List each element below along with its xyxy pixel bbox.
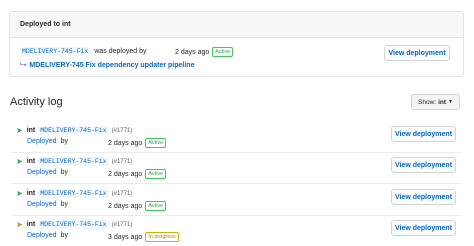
panel-body: MDELIVERY-745-Fix was deployed by 2 days… [10, 38, 463, 77]
entry-deployed-link[interactable]: Deployed [27, 232, 57, 239]
entry-status-badge: In progress [145, 232, 179, 242]
divider [12, 215, 462, 216]
entry-by: by [60, 138, 68, 145]
activity-log-title: Activity log [10, 96, 63, 108]
git-branch-icon: ⮡ [20, 60, 27, 69]
current-time-group: 2 days ago Active [175, 47, 234, 57]
activity-entry: ➤ int MDELIVERY-745-Fix (#1771) Deployed… [0, 189, 474, 221]
entry-ref-link[interactable]: MDELIVERY-745-Fix [38, 220, 109, 229]
entry-run: (#1771) [111, 221, 133, 228]
entry-run: (#1771) [111, 127, 133, 134]
entry-ref-link[interactable]: MDELIVERY-745-Fix [38, 126, 109, 135]
show-label: Show: [418, 98, 437, 106]
entry-deployed-link[interactable]: Deployed [27, 201, 57, 208]
panel-header: Deployed to int [10, 12, 463, 38]
entry-view-deployment-button[interactable]: View deployment [391, 157, 456, 173]
entry-by: by [60, 169, 68, 176]
entry-env: int [26, 127, 36, 134]
entry-time: 2 days ago [108, 139, 143, 147]
entry-view-deployment-button[interactable]: View deployment [391, 220, 456, 236]
activity-entry: ➤ int MDELIVERY-745-Fix (#1771) Deployed… [0, 126, 474, 158]
current-deployment-panel: Deployed to int MDELIVERY-745-Fix was de… [9, 11, 464, 77]
divider [12, 183, 462, 184]
entry-deployed-link[interactable]: Deployed [27, 169, 57, 176]
rocket-icon: ➤ [16, 189, 23, 198]
entry-by: by [60, 232, 68, 239]
entry-env: int [26, 158, 36, 165]
entry-status-badge: Active [145, 169, 167, 179]
pipeline-line: ⮡ MDELIVERY-745 Fix dependency updater p… [20, 61, 194, 69]
entry-env: int [26, 190, 36, 197]
entry-by: by [60, 201, 68, 208]
entry-time: 2 days ago [108, 170, 143, 178]
status-badge: Active [212, 47, 234, 57]
entry-run: (#1771) [111, 190, 133, 197]
entry-time: 2 days ago [108, 202, 143, 210]
entry-status-badge: Active [145, 201, 167, 211]
rocket-icon: ➤ [16, 220, 23, 229]
entry-env: int [26, 221, 36, 228]
activity-entry: ➤ int MDELIVERY-745-Fix (#1771) Deployed… [0, 220, 474, 246]
current-deployment-line: MDELIVERY-745-Fix was deployed by [20, 47, 146, 56]
view-deployment-button[interactable]: View deployment [384, 45, 450, 61]
entry-deployed-link[interactable]: Deployed [27, 138, 57, 145]
entry-ref-link[interactable]: MDELIVERY-745-Fix [38, 157, 109, 166]
show-value: int [438, 98, 447, 106]
panel-title: Deployed to int [20, 21, 71, 28]
environment-filter-dropdown[interactable]: Show: int ▼ [411, 94, 460, 110]
current-time: 2 days ago [175, 48, 210, 56]
entry-view-deployment-button[interactable]: View deployment [391, 126, 456, 142]
divider [12, 152, 462, 153]
entry-time: 3 days ago [108, 233, 143, 241]
rocket-icon: ➤ [16, 157, 23, 166]
was-deployed-text: was deployed by [94, 48, 147, 55]
entry-status-badge: Active [145, 138, 167, 148]
pipeline-link[interactable]: MDELIVERY-745 Fix dependency updater pip… [29, 62, 194, 69]
caret-down-icon: ▼ [448, 99, 453, 105]
entry-run: (#1771) [111, 158, 133, 165]
activity-entry: ➤ int MDELIVERY-745-Fix (#1771) Deployed… [0, 157, 474, 189]
ref-link[interactable]: MDELIVERY-745-Fix [20, 47, 91, 56]
entry-view-deployment-button[interactable]: View deployment [391, 189, 456, 205]
rocket-icon: ➤ [16, 126, 23, 135]
entry-ref-link[interactable]: MDELIVERY-745-Fix [38, 189, 109, 198]
